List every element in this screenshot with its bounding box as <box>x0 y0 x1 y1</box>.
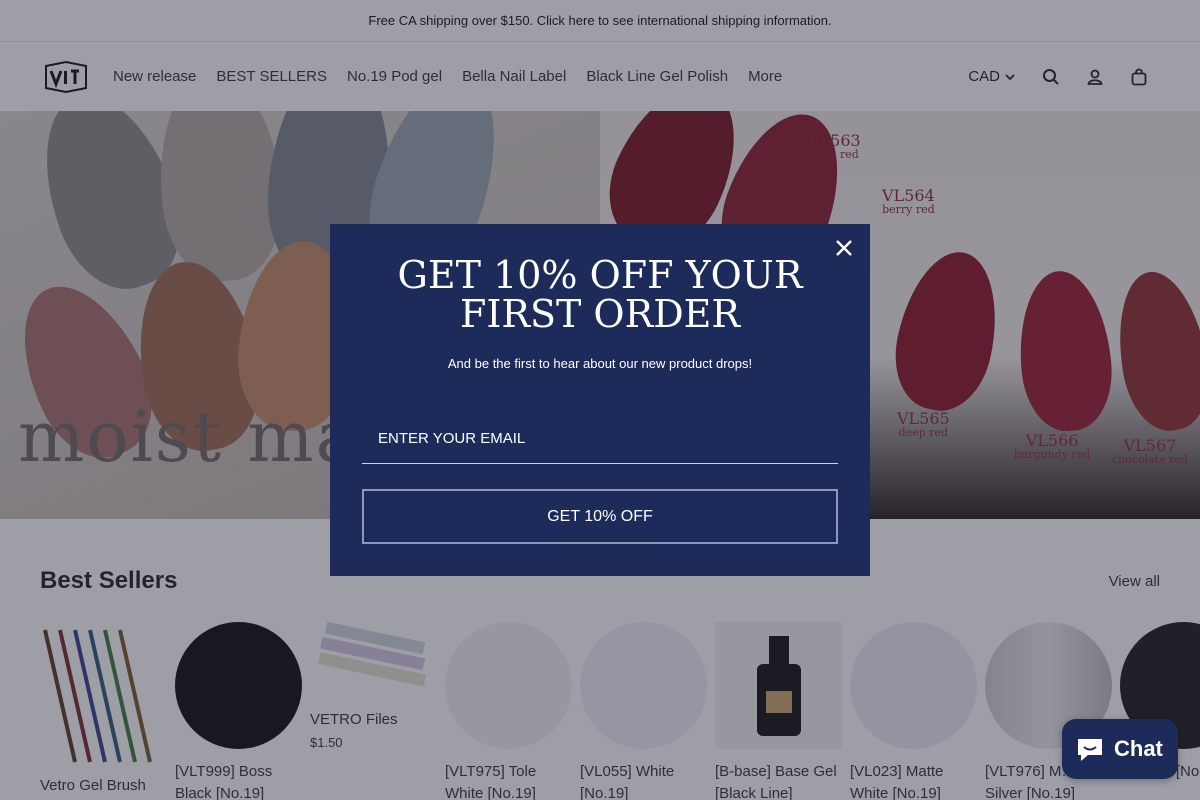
discount-popup: GET 10% OFF YOUR FIRST ORDER And be the … <box>330 224 870 576</box>
chat-bubble-icon <box>1078 739 1102 761</box>
get-discount-button[interactable]: GET 10% OFF <box>362 489 838 544</box>
email-input[interactable] <box>362 414 838 464</box>
popup-subtitle: And be the first to hear about our new p… <box>447 356 753 371</box>
close-icon[interactable] <box>832 236 856 260</box>
chat-label: Chat <box>1114 736 1163 761</box>
chat-widget-button[interactable]: Chat <box>1062 719 1178 779</box>
popup-title: GET 10% OFF YOUR FIRST ORDER <box>397 253 803 336</box>
